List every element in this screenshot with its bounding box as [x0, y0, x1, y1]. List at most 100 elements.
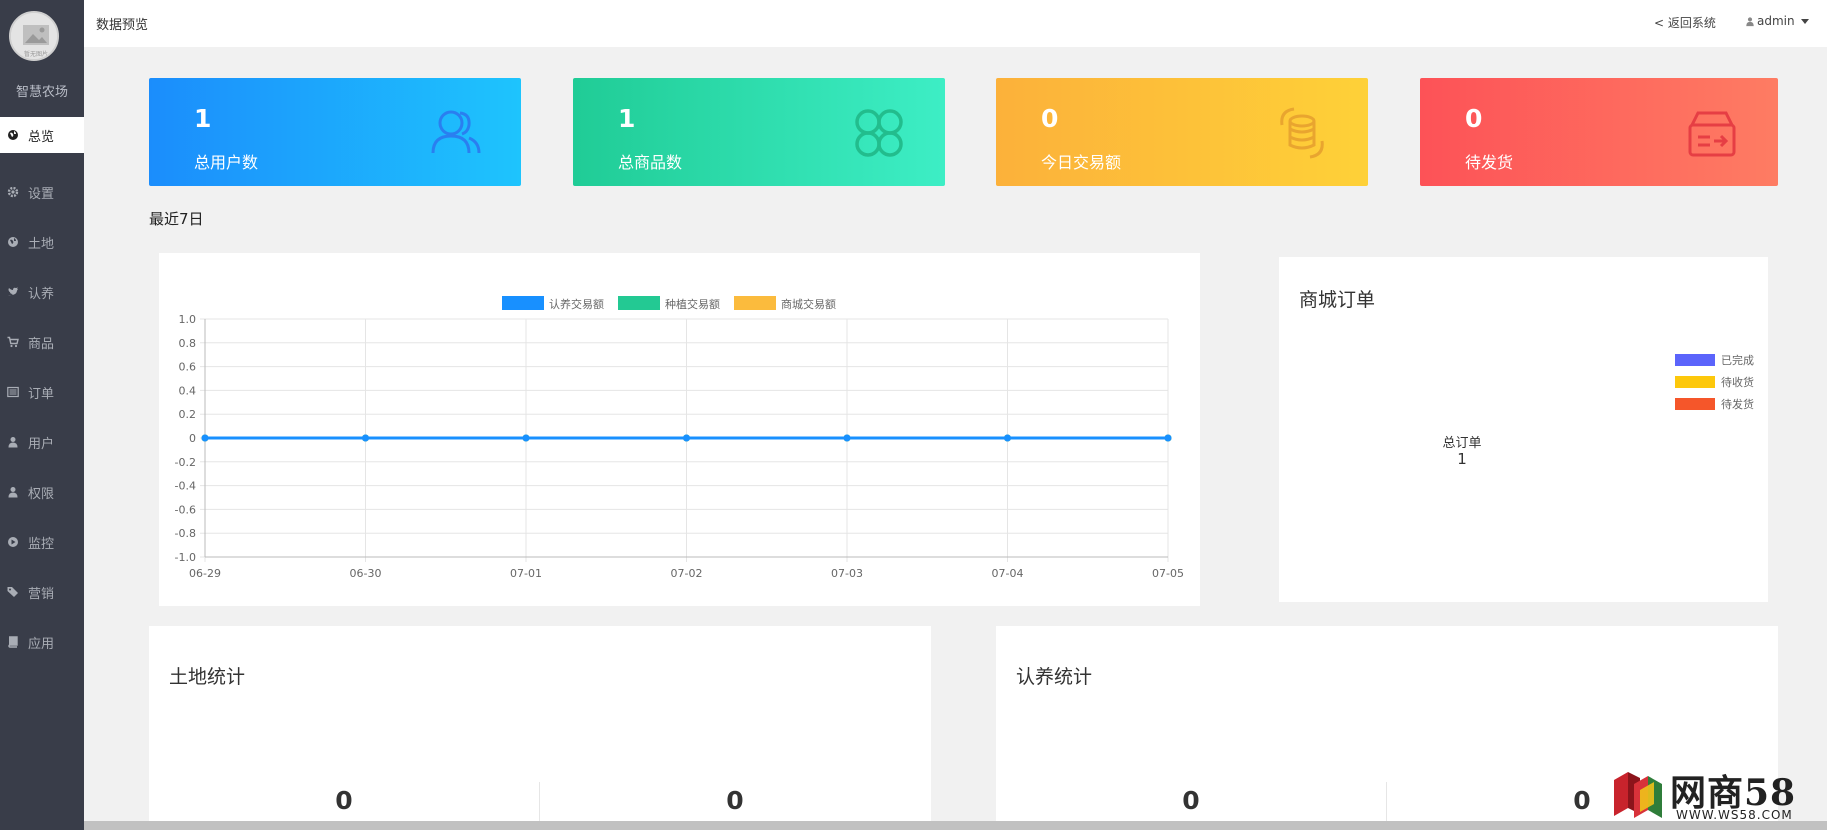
adoption-stat-value: 0: [1182, 786, 1200, 815]
sidebar-item-monitor[interactable]: 监控: [0, 517, 84, 567]
adoption-stats-title: 认养统计: [1016, 666, 1093, 688]
legend-label: 商城交易额: [781, 297, 836, 311]
user-icon: [4, 435, 22, 449]
total-orders-label: 总订单: [1442, 436, 1482, 451]
legend-swatch: [502, 296, 544, 310]
image-placeholder-icon: 暂无图片: [11, 13, 57, 59]
stat-value: 1: [618, 104, 636, 133]
brand-name: 智慧农场: [15, 85, 68, 100]
data-point: [522, 434, 530, 442]
data-point: [362, 434, 369, 442]
x-tick-label: 07-03: [831, 567, 863, 580]
sidebar-item-label: 营销: [28, 586, 55, 602]
x-tick-label: 06-29: [189, 567, 221, 580]
land-stat-value: 0: [335, 786, 353, 815]
horizontal-scrollbar[interactable]: [84, 821, 1827, 830]
land-stats-title: 土地统计: [169, 666, 246, 688]
legend-swatch: [1675, 398, 1715, 410]
sidebar-item-label: 权限: [28, 486, 55, 502]
chart-panel: 1.0 0.8 0.6 0.4 0.2 0 -0.2 -0.4 -0.6 -0.8 -1.0 06-2…: [159, 253, 1200, 606]
chevron-down-icon: [1800, 18, 1809, 24]
sidebar-item-settings[interactable]: 设置: [0, 167, 84, 217]
username: admin: [1757, 14, 1795, 28]
avatar[interactable]: 暂无图片: [9, 11, 59, 61]
data-point: [1004, 434, 1011, 442]
y-tick-label: -0.4: [175, 480, 196, 493]
top-bar: 数据预览 < 返回系统 admin: [84, 0, 1827, 47]
back-to-system-link[interactable]: < 返回系统: [1654, 14, 1716, 31]
data-point: [683, 434, 690, 442]
twitter-icon: [4, 285, 22, 299]
legend-item-awaiting-receipt[interactable]: 待收货: [1675, 374, 1754, 390]
orders-title: 商城订单: [1299, 289, 1376, 311]
cube-logo-icon: [1614, 772, 1662, 818]
adoption-stat-value: 0: [1573, 786, 1591, 815]
x-tick-label: 07-05: [1152, 567, 1184, 580]
user-icon: [1746, 16, 1754, 26]
y-tick-label: -1.0: [175, 551, 196, 564]
y-tick-label: 0.4: [179, 384, 197, 397]
sidebar-item-apps[interactable]: 应用: [0, 617, 84, 667]
sidebar-item-land[interactable]: 土地: [0, 217, 84, 267]
sidebar: 暂无图片 智慧农场 总览 设置 土地 认养 商品 订单 用户 权限 监控 营销 …: [0, 0, 84, 830]
data-point: [201, 434, 209, 442]
sidebar-item-goods[interactable]: 商品: [0, 317, 84, 367]
sidebar-item-permissions[interactable]: 权限: [0, 467, 84, 517]
recent-7-days-label: 最近7日: [149, 210, 204, 228]
book-icon: [4, 635, 22, 649]
y-tick-label: -0.6: [175, 503, 196, 516]
y-tick-label: 0.2: [179, 408, 197, 421]
coins-icon: [1280, 107, 1324, 159]
land-stats-panel: 土地统计 0 0: [149, 626, 931, 830]
list-icon: [4, 385, 22, 399]
play-circle-icon: [4, 535, 22, 549]
stat-value: 0: [1465, 104, 1483, 133]
y-tick-label: 0.6: [179, 361, 197, 374]
shipping-box-icon: [1688, 111, 1736, 157]
legend-swatch: [1675, 376, 1715, 388]
legend-swatch: [1675, 354, 1715, 366]
sidebar-item-label: 应用: [28, 636, 55, 652]
data-point: [843, 434, 851, 442]
sidebar-item-label: 商品: [28, 336, 55, 352]
stat-card-pending-ship[interactable]: 0 待发货: [1420, 78, 1778, 186]
sidebar-item-label: 总览: [28, 129, 55, 145]
sidebar-item-marketing[interactable]: 营销: [0, 567, 84, 617]
globe-icon: [4, 235, 22, 249]
legend-label: 待发货: [1721, 398, 1754, 411]
stat-value: 1: [194, 104, 212, 133]
sidebar-item-orders[interactable]: 订单: [0, 367, 84, 417]
y-tick-label: -0.8: [175, 527, 196, 540]
legend-label: 已完成: [1721, 354, 1754, 367]
legend-label: 种植交易额: [665, 297, 720, 311]
avatar-caption: 暂无图片: [24, 50, 48, 58]
x-tick-label: 06-30: [350, 567, 382, 580]
stat-label: 今日交易额: [1041, 153, 1122, 172]
total-orders-value: 1: [1457, 450, 1467, 468]
sidebar-item-label: 监控: [28, 536, 55, 552]
sidebar-item-adoption[interactable]: 认养: [0, 267, 84, 317]
clover-icon: [855, 109, 903, 157]
stat-card-today-trade[interactable]: 0 今日交易额: [996, 78, 1368, 186]
y-tick-label: 1.0: [179, 313, 197, 326]
cart-icon: [4, 335, 22, 349]
sidebar-nav: 总览 设置 土地 认养 商品 订单 用户 权限 监控 营销 应用: [0, 117, 84, 667]
sidebar-item-label: 订单: [28, 386, 55, 402]
line-chart: 1.0 0.8 0.6 0.4 0.2 0 -0.2 -0.4 -0.6 -0.8 -1.0 06-2…: [175, 296, 1184, 580]
legend-item-completed[interactable]: 已完成: [1675, 352, 1754, 368]
user-menu[interactable]: admin: [1745, 14, 1809, 28]
legend-label: 认养交易额: [549, 297, 604, 311]
globe-icon: [4, 128, 22, 142]
watermark-url: WWW.WS58.COM: [1676, 808, 1793, 822]
sidebar-item-users[interactable]: 用户: [0, 417, 84, 467]
stat-card-total-users[interactable]: 1 总用户数: [149, 78, 521, 186]
y-tick-label: 0: [189, 432, 196, 445]
sidebar-item-label: 土地: [28, 236, 55, 252]
orders-panel: 商城订单 已完成 待收货 待发货 总订单 1: [1279, 257, 1768, 602]
stat-label: 总商品数: [618, 153, 683, 172]
sidebar-item-overview[interactable]: 总览: [0, 117, 84, 153]
legend-item-pending-ship[interactable]: 待发货: [1675, 396, 1754, 412]
users-icon: [431, 110, 481, 154]
stat-card-total-goods[interactable]: 1 总商品数: [573, 78, 945, 186]
legend-label: 待收货: [1721, 376, 1754, 389]
